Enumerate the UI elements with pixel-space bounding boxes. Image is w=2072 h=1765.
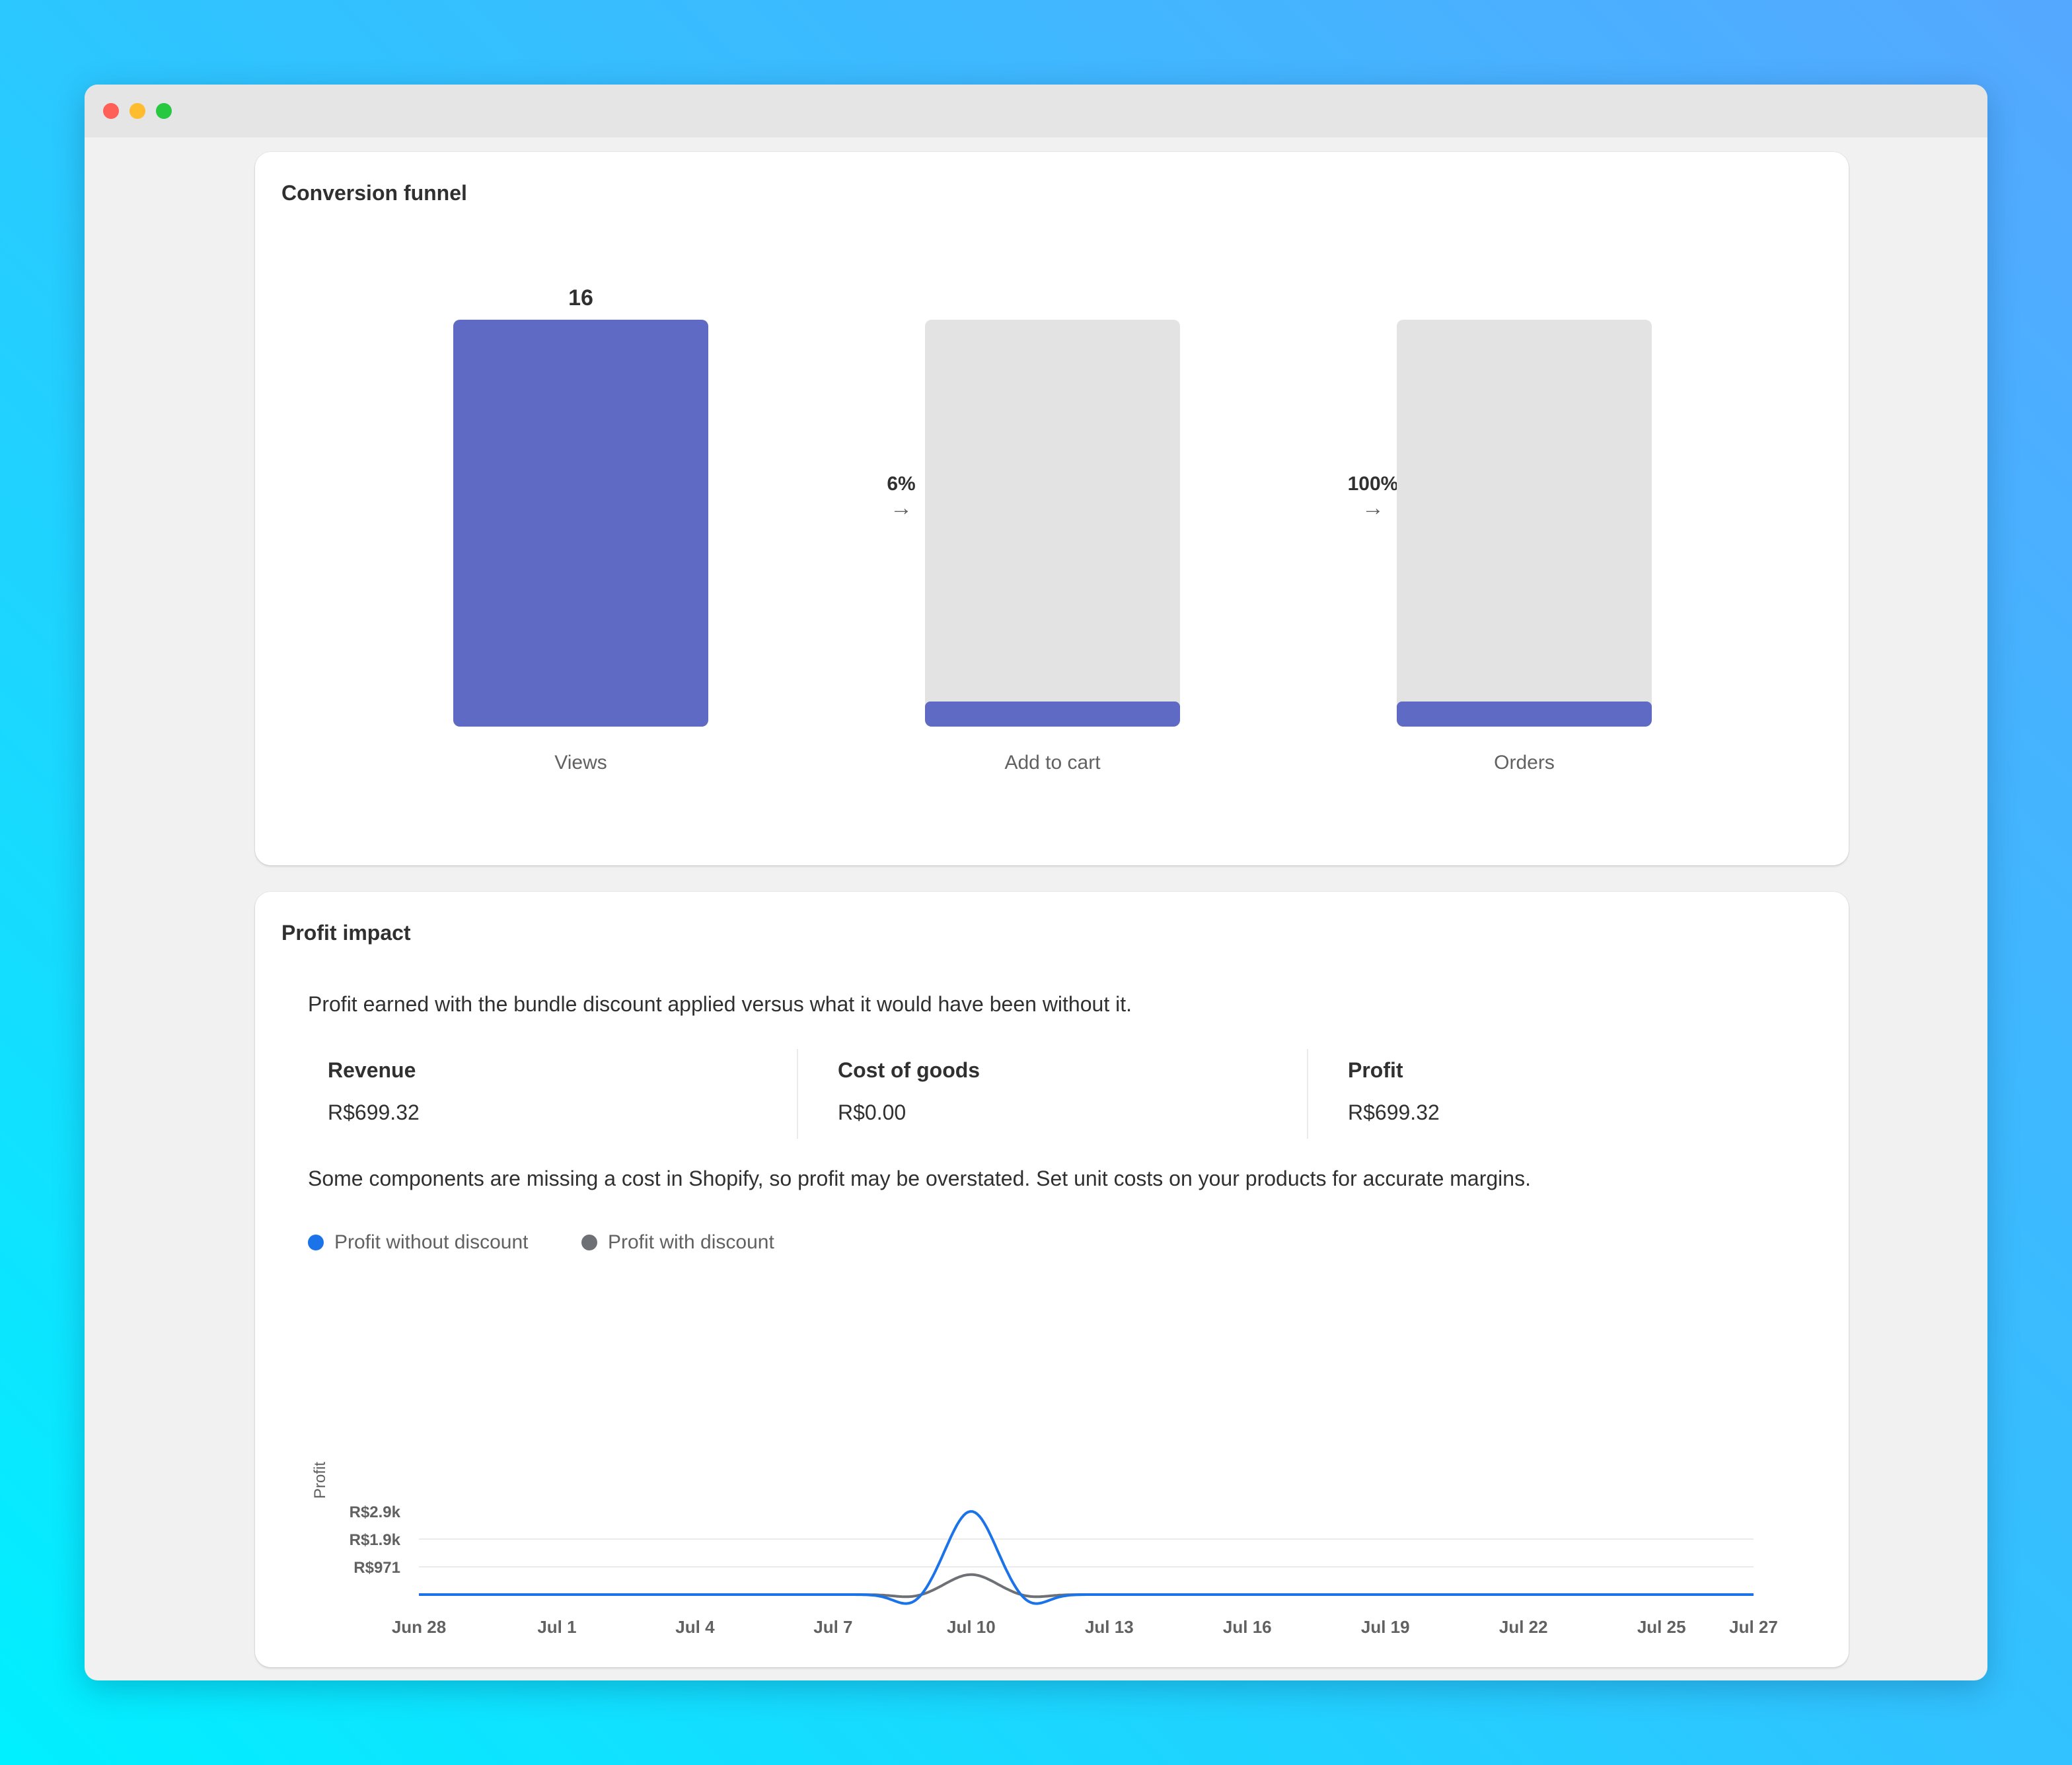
x-tick-label: Jul 4 — [675, 1617, 715, 1637]
minimize-window-button[interactable] — [130, 103, 145, 119]
legend-item-with-discount[interactable]: Profit with discount — [581, 1231, 774, 1254]
metric-label: Profit — [1348, 1058, 1403, 1082]
funnel-bar-fill-orders — [1397, 701, 1652, 727]
funnel-bar-fill-add-to-cart — [925, 701, 1180, 727]
series-line — [419, 1510, 1754, 1605]
metric-label: Revenue — [328, 1058, 416, 1082]
profit-impact-card: Profit impact Profit earned with the bun… — [255, 892, 1849, 1667]
legend-label: Profit with discount — [608, 1231, 774, 1253]
app-window: Conversion funnel 16 Views 6% → 1 Add to… — [85, 85, 1987, 1680]
close-window-button[interactable] — [103, 103, 119, 119]
legend-dot-icon — [308, 1235, 324, 1250]
x-tick-label: Jul 19 — [1361, 1617, 1410, 1637]
profit-description: Profit earned with the bundle discount a… — [308, 992, 1132, 1016]
metric-value: R$0.00 — [838, 1100, 906, 1124]
funnel-bar-orders — [1397, 320, 1652, 727]
funnel-bar-fill-views — [453, 320, 708, 727]
legend-item-without-discount[interactable]: Profit without discount — [308, 1231, 528, 1254]
funnel-bar-views — [453, 320, 708, 727]
y-axis-label: Profit — [311, 1462, 329, 1499]
metric-value: R$699.32 — [328, 1100, 420, 1124]
y-tick-label: R$971 — [353, 1559, 400, 1577]
metric-value: R$699.32 — [1348, 1100, 1440, 1124]
profit-line-chart: R$971 R$1.9k R$2.9k Profit Jun 28 Jul 1 Jul 4 J… — [311, 1462, 1778, 1637]
x-tick-label: Jul 1 — [537, 1617, 576, 1637]
funnel-label-views: Views — [554, 752, 607, 774]
legend-label: Profit without discount — [334, 1231, 529, 1253]
funnel-label-add-to-cart: Add to cart — [1004, 752, 1101, 774]
window-titlebar — [85, 85, 1987, 137]
funnel-bar-add-to-cart — [925, 320, 1180, 727]
x-tick-label: Jul 7 — [813, 1617, 852, 1637]
missing-cost-warning: Some components are missing a cost in Sh… — [308, 1167, 1531, 1190]
conversion-funnel-card: Conversion funnel 16 Views 6% → 1 Add to… — [255, 152, 1849, 865]
funnel-label-orders: Orders — [1494, 752, 1555, 774]
y-tick-label: R$1.9k — [350, 1531, 401, 1549]
metric-label: Cost of goods — [838, 1058, 980, 1082]
x-tick-label: Jul 22 — [1499, 1617, 1548, 1637]
metric-divider — [797, 1049, 798, 1139]
legend-dot-icon — [581, 1235, 597, 1250]
profit-impact-title: Profit impact — [281, 921, 411, 945]
y-tick-label: R$2.9k — [350, 1503, 401, 1521]
x-tick-label: Jun 28 — [392, 1617, 446, 1637]
conversion-funnel-title: Conversion funnel — [281, 181, 467, 205]
metric-divider — [1307, 1049, 1308, 1139]
x-tick-label: Jul 16 — [1223, 1617, 1272, 1637]
x-tick-label: Jul 10 — [947, 1617, 996, 1637]
x-tick-label: Jul 27 — [1729, 1617, 1778, 1637]
funnel-value-views: 16 — [568, 285, 593, 310]
maximize-window-button[interactable] — [156, 103, 172, 119]
x-tick-label: Jul 13 — [1085, 1617, 1134, 1637]
x-tick-label: Jul 25 — [1637, 1617, 1686, 1637]
